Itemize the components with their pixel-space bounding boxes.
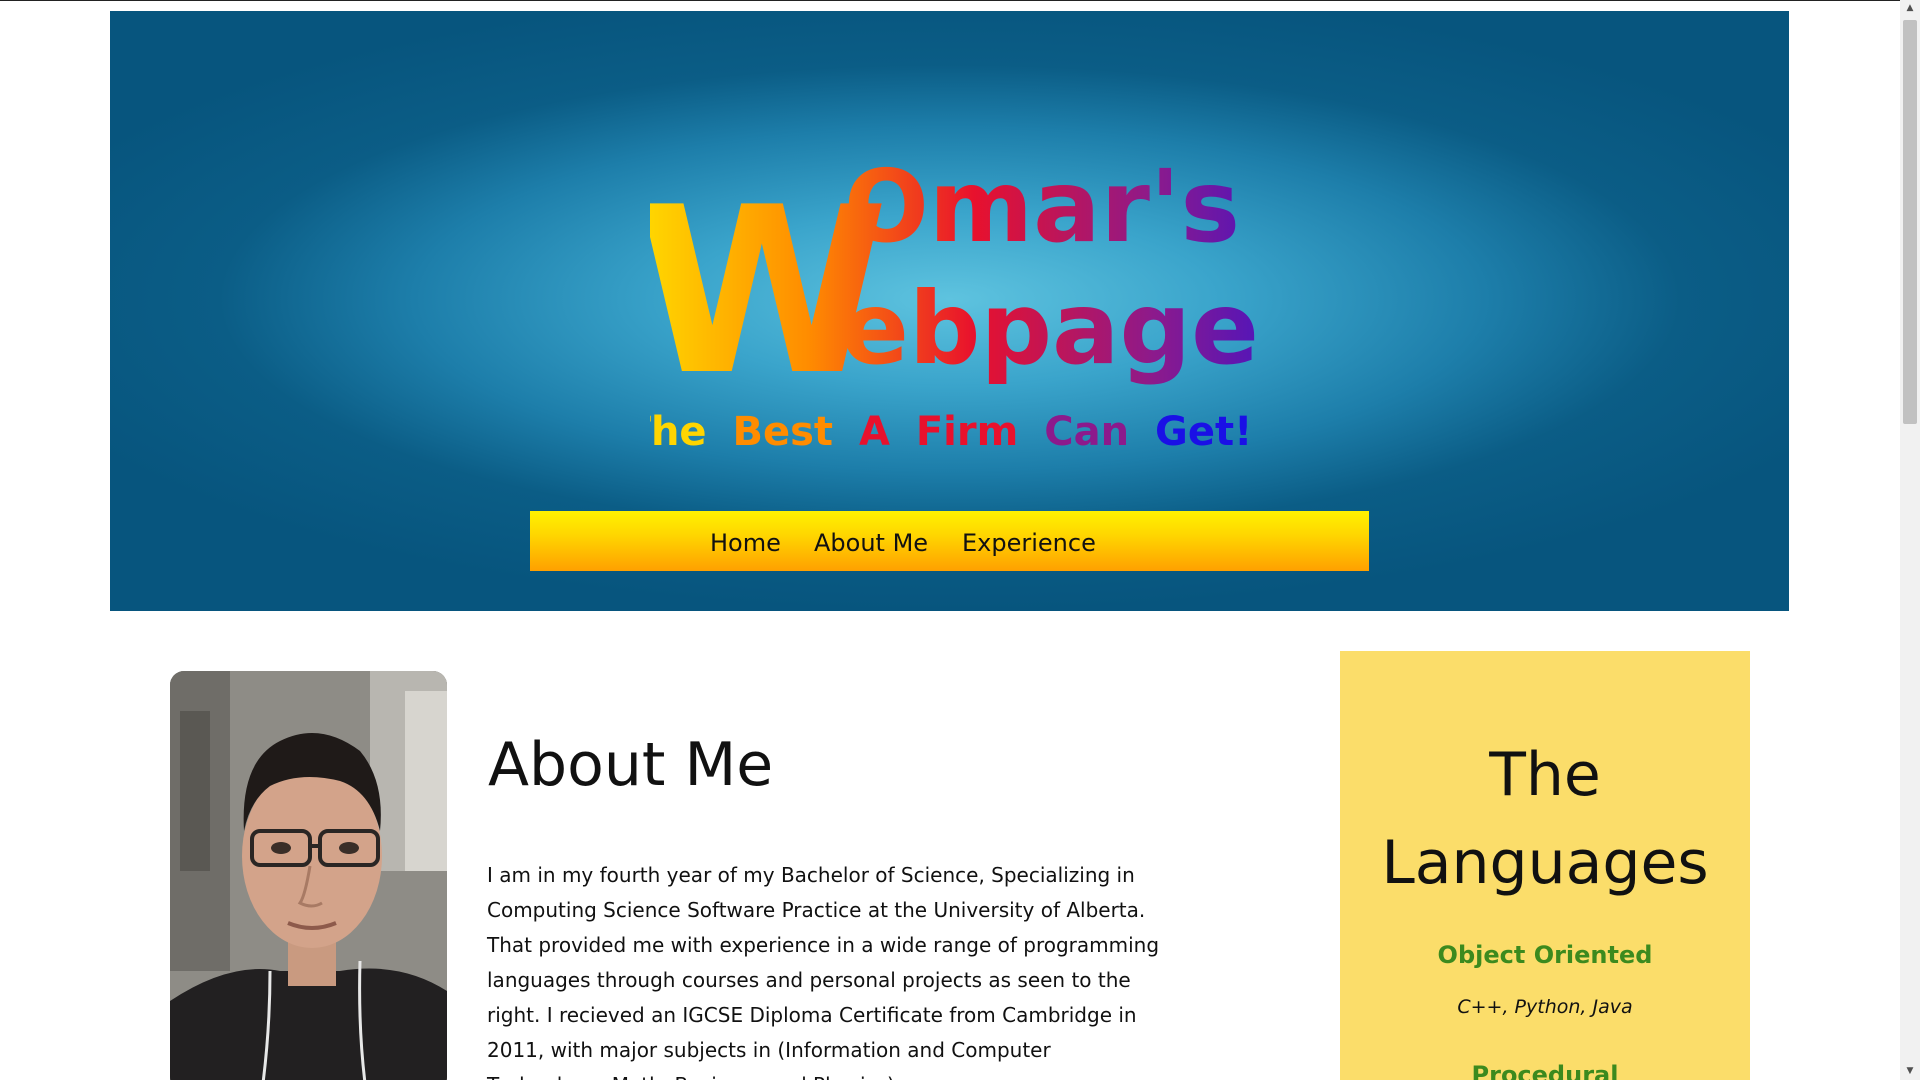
nav-experience-link[interactable]: Experience bbox=[962, 511, 1096, 571]
site-logo: W Omar's ebpage The Best A Firm Can Get! bbox=[650, 148, 1259, 455]
window-top-border bbox=[0, 0, 1900, 1]
language-list-object-oriented: C++, Python, Java bbox=[1457, 996, 1633, 1018]
header-banner: W Omar's ebpage The Best A Firm Can Get!… bbox=[110, 11, 1789, 611]
tagline-word-2: Best bbox=[732, 409, 833, 455]
arrow-down-icon[interactable]: ▼ bbox=[1900, 1063, 1920, 1080]
logo-line-2: ebpage bbox=[841, 270, 1259, 387]
tagline-word-5: Can bbox=[1044, 409, 1129, 455]
language-category-procedural: Procedural bbox=[1471, 1061, 1619, 1080]
main-nav: Home About Me Experience bbox=[530, 511, 1369, 571]
about-body-text: I am in my fourth year of my Bachelor of… bbox=[487, 863, 1160, 1080]
tagline-word-4: Firm bbox=[916, 409, 1018, 455]
arrow-up-icon[interactable]: ▲ bbox=[1900, 0, 1920, 17]
nav-home-link[interactable]: Home bbox=[710, 511, 781, 571]
scrollbar-thumb[interactable] bbox=[1903, 20, 1917, 424]
logo-tagline: The Best A Firm Can Get! bbox=[650, 409, 1252, 455]
logo-line-1: Omar's bbox=[844, 148, 1240, 265]
tagline-word-3: A bbox=[859, 409, 890, 455]
tagline-word-6: Get! bbox=[1155, 409, 1252, 455]
person-photo-icon bbox=[170, 671, 447, 1080]
profile-photo bbox=[170, 671, 447, 1080]
about-heading: About Me bbox=[488, 730, 774, 800]
languages-panel: The Languages Object Oriented C++, Pytho… bbox=[1340, 651, 1750, 1080]
language-category-object-oriented: Object Oriented bbox=[1437, 941, 1653, 969]
nav-about-link[interactable]: About Me bbox=[814, 511, 928, 571]
page: W Omar's ebpage The Best A Firm Can Get!… bbox=[0, 0, 1920, 1080]
languages-title: The Languages bbox=[1381, 740, 1709, 898]
vertical-scrollbar[interactable]: ▲ ▼ bbox=[1900, 0, 1920, 1080]
tagline-word-1: The bbox=[650, 409, 707, 455]
